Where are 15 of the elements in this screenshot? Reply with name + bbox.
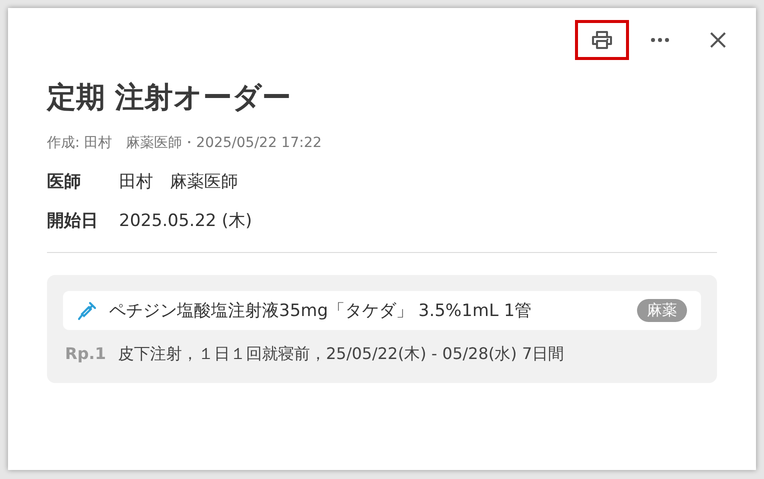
drug-name: ペチジン塩酸塩注射液35mg「タケダ」 3.5%1mL 1管 — [109, 300, 533, 322]
syringe-icon — [77, 300, 97, 320]
field-value: 田村 麻薬医師 — [119, 171, 238, 193]
field-label: 医師 — [47, 171, 82, 193]
dialog-title: 定期 注射オーダー — [47, 79, 292, 116]
field-value: 2025.05.22 (木) — [119, 210, 252, 232]
print-button[interactable] — [575, 20, 629, 60]
author-meta: 作成: 田村 麻薬医師・2025/05/22 17:22 — [47, 134, 323, 152]
rp-number: Rp.1 — [65, 344, 106, 365]
close-icon — [710, 32, 726, 48]
instruction-text: 皮下注射，１日１回就寝前，25/05/22(木) - 05/28(水) 7日間 — [118, 344, 564, 365]
printer-icon — [591, 30, 613, 50]
more-icon — [651, 38, 669, 42]
narcotic-tag: 麻薬 — [637, 299, 687, 322]
field-label: 開始日 — [47, 210, 99, 232]
